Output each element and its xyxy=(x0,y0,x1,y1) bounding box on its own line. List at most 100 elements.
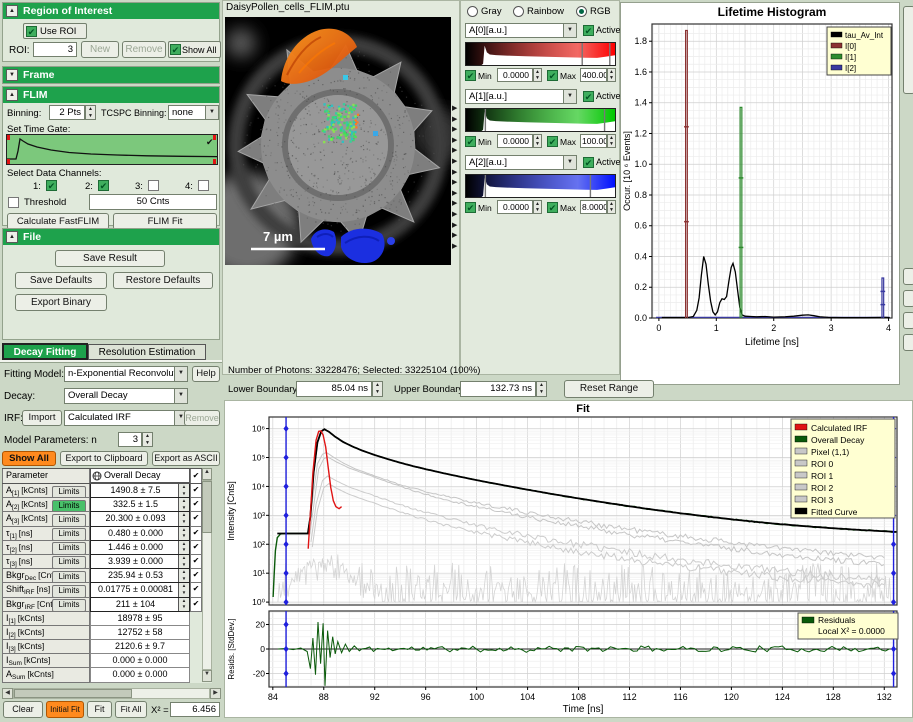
show-all-checkbox[interactable]: ✔ xyxy=(170,44,181,55)
min-checkbox[interactable]: ✔ xyxy=(465,136,476,147)
panel-splitter-arrows[interactable]: ▶▶▶▶▶▶▶▶▶▶▶▶▶▶ xyxy=(452,105,460,255)
chevron-down-icon[interactable]: ▼ xyxy=(174,389,187,403)
export-clipboard-button[interactable]: Export to Clipboard xyxy=(60,451,148,466)
reset-range-button[interactable]: Reset Range xyxy=(564,380,654,398)
limits-button[interactable]: Limits xyxy=(52,500,86,513)
min-checkbox[interactable]: ✔ xyxy=(465,202,476,213)
limits-button[interactable]: Limits xyxy=(52,528,86,541)
use-roi-toggle[interactable]: ✔ Use ROI xyxy=(23,23,87,39)
parameter-value[interactable]: 1.446 ± 0.000▲▼ xyxy=(90,541,190,555)
max-checkbox[interactable]: ✔ xyxy=(547,136,558,147)
model-parameters-field[interactable]: 3 xyxy=(118,432,142,447)
irf-remove-button[interactable]: Remove xyxy=(184,410,220,426)
collapse-icon[interactable]: ▲ xyxy=(6,5,18,17)
value-spinner[interactable]: ▲▼ xyxy=(178,569,189,582)
parameter-value[interactable]: 1490.8 ± 7.5▲▼ xyxy=(90,484,190,498)
clipped-side-button[interactable] xyxy=(903,312,913,329)
show-all-params-button[interactable]: Show All xyxy=(2,451,56,466)
table-scrollbar-thumb[interactable] xyxy=(202,481,212,533)
binning-spinner[interactable]: ▲▼ xyxy=(85,105,96,120)
channel-source-dropdown[interactable]: A[2][a.u.]▼ xyxy=(465,155,577,170)
limits-button[interactable]: Limits xyxy=(52,585,86,598)
channel-active-checkbox[interactable]: ✔ xyxy=(583,157,594,168)
irf-dropdown[interactable]: Calculated IRF▼ xyxy=(64,410,188,426)
table-scroll-right[interactable]: ▶ xyxy=(210,688,221,699)
channel-source-dropdown[interactable]: A[0][a.u.]▼ xyxy=(465,23,577,38)
irf-import-button[interactable]: Import xyxy=(22,410,62,426)
channel-histogram[interactable] xyxy=(465,108,616,132)
min-spinner[interactable]: ▲▼ xyxy=(533,134,542,148)
clear-button[interactable]: Clear xyxy=(3,701,43,718)
parameter-active-check[interactable]: ✔ xyxy=(190,555,202,569)
lower-boundary-spinner[interactable]: ▲▼ xyxy=(372,381,383,397)
max-spinner[interactable]: ▲▼ xyxy=(607,134,616,148)
value-spinner[interactable]: ▲▼ xyxy=(178,598,189,611)
clipped-side-button[interactable] xyxy=(903,6,913,94)
limits-button[interactable]: Limits xyxy=(52,571,86,584)
parameter-active-check[interactable]: ✔ xyxy=(190,583,202,597)
show-all-toggle[interactable]: ✔ Show All xyxy=(168,41,221,58)
chevron-down-icon[interactable]: ▼ xyxy=(174,367,187,381)
channel-active-checkbox[interactable]: ✔ xyxy=(583,25,594,36)
min-field[interactable]: 0.0000 xyxy=(497,200,533,214)
roi-remove-button[interactable]: Remove xyxy=(122,41,166,58)
parameter-active-check[interactable]: ✔ xyxy=(190,598,202,612)
help-button[interactable]: Help xyxy=(192,366,220,382)
export-ascii-button[interactable]: Export as ASCII xyxy=(152,451,220,466)
channel-2-checkbox[interactable]: ✔ xyxy=(98,180,109,191)
gray-radio[interactable] xyxy=(467,6,478,17)
parameter-value[interactable]: 332.5 ± 1.5▲▼ xyxy=(90,498,190,512)
parameter-value[interactable]: 0.01775 ± 0.00081▲▼ xyxy=(90,583,190,597)
max-spinner[interactable]: ▲▼ xyxy=(607,200,616,214)
clipped-side-button[interactable] xyxy=(903,268,913,285)
parameter-active-check[interactable]: ✔ xyxy=(190,541,202,555)
table-scroll-down[interactable]: ▼ xyxy=(202,670,212,682)
parameter-active-check[interactable]: ✔ xyxy=(190,484,202,498)
restore-defaults-button[interactable]: Restore Defaults xyxy=(113,272,213,289)
max-field[interactable]: 100.000 xyxy=(580,134,607,148)
rgb-radio[interactable] xyxy=(576,6,587,17)
time-gate-widget[interactable]: ✔ xyxy=(6,134,218,165)
tcspc-binning-dropdown[interactable]: none▼ xyxy=(168,105,219,120)
limits-button[interactable]: Limits xyxy=(52,542,86,555)
export-binary-button[interactable]: Export Binary xyxy=(15,294,107,311)
lower-boundary-field[interactable]: 85.04 ns xyxy=(296,381,372,397)
parameter-active-check[interactable]: ✔ xyxy=(190,498,202,512)
fit-button[interactable]: Fit xyxy=(87,701,112,718)
tab-resolution-estimation[interactable]: Resolution Estimation xyxy=(88,344,206,360)
threshold-field[interactable]: 50 Cnts xyxy=(89,194,217,210)
max-field[interactable]: 8.0000 xyxy=(580,200,607,214)
roi-new-button[interactable]: New xyxy=(81,41,119,58)
min-field[interactable]: 0.0000 xyxy=(497,68,533,82)
parameter-value[interactable]: 20.300 ± 0.093▲▼ xyxy=(90,512,190,526)
table-scroll-up[interactable]: ▲ xyxy=(202,468,212,480)
parameter-active-check[interactable]: ✔ xyxy=(190,512,202,526)
collapse-icon[interactable]: ▲ xyxy=(6,89,18,101)
upper-boundary-spinner[interactable]: ▲▼ xyxy=(536,381,547,397)
parameter-value[interactable]: 3.939 ± 0.000▲▼ xyxy=(90,555,190,569)
channel-1-checkbox[interactable]: ✔ xyxy=(46,180,57,191)
limits-button[interactable]: Limits xyxy=(52,556,86,569)
chevron-down-icon[interactable]: ▼ xyxy=(563,156,576,169)
upper-boundary-field[interactable]: 132.73 ns xyxy=(460,381,536,397)
fit-all-button[interactable]: Fit All xyxy=(115,701,147,718)
table-hscrollbar-thumb[interactable] xyxy=(14,689,132,698)
parameter-active-check[interactable]: ✔ xyxy=(190,527,202,541)
channel-histogram[interactable] xyxy=(465,42,616,66)
clipped-side-button[interactable] xyxy=(903,334,913,351)
decay-dropdown[interactable]: Overall Decay▼ xyxy=(64,388,188,404)
chevron-down-icon[interactable]: ▼ xyxy=(563,90,576,103)
save-defaults-button[interactable]: Save Defaults xyxy=(15,272,107,289)
expand-icon[interactable]: ▼ xyxy=(6,69,18,81)
parameter-value[interactable]: 0.480 ± 0.000▲▼ xyxy=(90,527,190,541)
channel-histogram[interactable] xyxy=(465,174,616,198)
use-roi-checkbox[interactable]: ✔ xyxy=(26,26,37,37)
table-scroll-left[interactable]: ◀ xyxy=(2,688,13,699)
channel-active-checkbox[interactable]: ✔ xyxy=(583,91,594,102)
max-checkbox[interactable]: ✔ xyxy=(547,70,558,81)
fitting-model-dropdown[interactable]: n-Exponential Reconvolution▼ xyxy=(64,366,188,382)
parameter-value[interactable]: 211 ± 104▲▼ xyxy=(90,598,190,612)
initial-fit-button[interactable]: Initial Fit xyxy=(46,701,84,718)
model-parameters-spinner[interactable]: ▲▼ xyxy=(142,432,153,447)
value-spinner[interactable]: ▲▼ xyxy=(178,484,189,497)
